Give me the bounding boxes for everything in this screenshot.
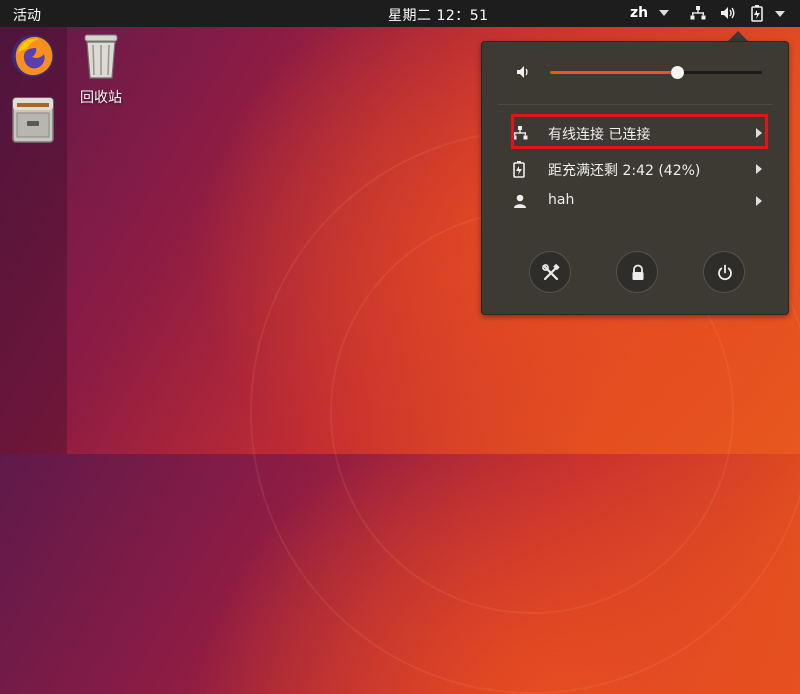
volume-row bbox=[514, 62, 764, 82]
volume-icon bbox=[517, 66, 528, 78]
popup-arrow bbox=[728, 31, 748, 41]
lock-button[interactable] bbox=[616, 251, 658, 293]
menu-item-battery[interactable]: 距充满还剩 2:42 (42%) bbox=[512, 158, 762, 180]
files-launcher[interactable] bbox=[10, 95, 56, 143]
clock[interactable]: 星期二 12：51 bbox=[388, 5, 489, 25]
trash-label: 回收站 bbox=[80, 90, 122, 106]
input-language-selector[interactable]: zh bbox=[630, 5, 669, 21]
menu-item-user[interactable]: hah bbox=[512, 190, 762, 212]
battery-label: 距充满还剩 2:42 (42%) bbox=[548, 163, 701, 179]
power-button[interactable] bbox=[703, 251, 745, 293]
file-cabinet-icon bbox=[12, 97, 54, 143]
volume-slider-fill bbox=[550, 71, 678, 74]
top-bar: 活动 星期二 12：51 zh bbox=[0, 0, 800, 27]
settings-button[interactable] bbox=[529, 251, 571, 293]
dock bbox=[0, 27, 67, 454]
volume-slider-handle[interactable] bbox=[671, 66, 685, 79]
lock-icon bbox=[632, 264, 644, 280]
battery-icon bbox=[513, 161, 525, 178]
system-menu-chevron-icon[interactable] bbox=[775, 11, 785, 17]
system-menu: 有线连接 已连接 距充满还剩 2:42 (42%) hah bbox=[481, 41, 789, 315]
desktop-trash[interactable]: 回收站 bbox=[76, 33, 126, 107]
power-icon bbox=[718, 264, 732, 281]
user-label: hah bbox=[548, 192, 575, 208]
activities-button[interactable]: 活动 bbox=[13, 5, 41, 25]
chevron-right-icon bbox=[756, 196, 762, 206]
settings-tools-icon bbox=[542, 264, 560, 281]
battery-icon[interactable] bbox=[750, 5, 766, 26]
input-language-label: zh bbox=[630, 5, 649, 21]
wired-connection-highlight-box bbox=[511, 114, 768, 149]
trash-icon bbox=[84, 34, 118, 79]
volume-slider[interactable] bbox=[550, 66, 762, 79]
chevron-down-icon bbox=[659, 10, 669, 16]
firefox-icon bbox=[12, 35, 54, 77]
user-icon bbox=[514, 194, 526, 208]
chevron-right-icon bbox=[756, 164, 762, 174]
separator bbox=[498, 104, 772, 105]
network-wired-icon[interactable] bbox=[690, 5, 706, 25]
firefox-launcher[interactable] bbox=[10, 33, 56, 79]
volume-icon[interactable] bbox=[720, 5, 736, 25]
